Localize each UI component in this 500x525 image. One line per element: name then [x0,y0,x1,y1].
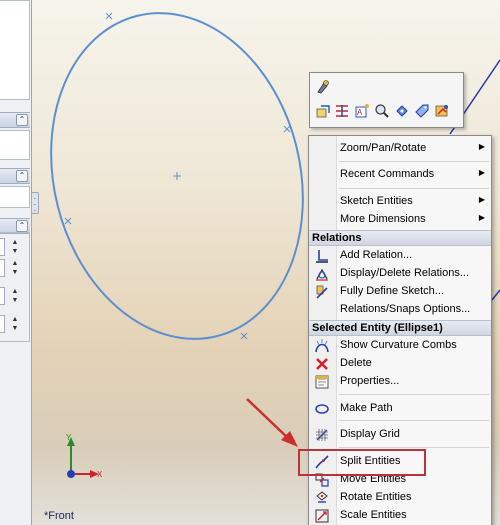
panel-group-header-2: ⌃ [0,168,30,184]
rotate-icon [316,491,328,503]
menu-item-display-grid[interactable]: Display Grid [309,426,491,444]
menu-separator [339,420,489,421]
add-relation-icon [316,250,328,263]
menu-item-more-dimensions[interactable]: More Dimensions ▶ [309,211,491,229]
menu-separator [339,394,489,395]
fully-define-icon [316,285,328,299]
menu-item-add-relation[interactable]: Add Relation... [309,247,491,265]
make-path-icon [315,404,329,414]
view-orientation-label: *Front [44,510,74,522]
property-manager-panel: ⌃ ⌃ ⌃ ▲ ▼ ▲ ▼ ▲ ▼ ▲ ▼ [0,0,32,525]
svg-text:X: X [97,470,103,479]
menu-item-recent-commands[interactable]: Recent Commands ▶ [309,166,491,184]
menu-separator [339,188,489,189]
selected-entity-section-header: Selected Entity (Ellipse1) [309,320,491,336]
panel-box-top [0,0,30,100]
context-toolbar: A [309,72,464,128]
collapse-icon[interactable]: ⌃ [16,114,28,126]
panel-box-mid-2 [0,186,30,208]
sketch-icon[interactable] [315,103,331,119]
menu-item-show-curvature-combs[interactable]: Show Curvature Combs [309,337,491,355]
normal-to-icon[interactable] [394,103,410,119]
svg-text:Y: Y [66,433,72,442]
zoom-icon[interactable] [374,103,390,119]
display-relations-icon [316,268,328,281]
menu-item-rotate-entities[interactable]: Rotate Entities [309,489,491,507]
curvature-icon [315,339,329,353]
collapse-icon[interactable]: ⌃ [16,220,28,232]
tag-icon[interactable] [414,103,430,119]
grid-icon [316,429,328,441]
menu-item-delete[interactable]: Delete [309,355,491,373]
collapse-icon[interactable]: ⌃ [16,170,28,182]
ellipse-center-point[interactable] [173,172,181,180]
scale-icon [315,509,329,523]
axis-triad: Y X [66,433,103,479]
display-style-icon[interactable] [434,103,450,119]
menu-item-scale-entities[interactable]: Scale Entities [309,507,491,525]
panel-box-mid [0,130,30,160]
red-arrow-annotation [246,398,298,447]
svg-text:A: A [357,108,363,117]
delete-icon [316,358,328,370]
menu-item-relations-snaps-options[interactable]: Relations/Snaps Options... [309,301,491,319]
menu-item-zoom-pan-rotate[interactable]: Zoom/Pan/Rotate ▶ [309,140,491,158]
mirror-icon[interactable] [334,103,350,119]
smart-dimension-icon[interactable]: A [354,103,370,119]
rebuild-icon[interactable] [315,79,331,95]
menu-item-sketch-entities[interactable]: Sketch Entities ▶ [309,193,491,211]
properties-icon [315,375,329,389]
split-entities-highlight-box [298,449,426,476]
menu-item-properties[interactable]: Properties... [309,373,491,391]
panel-box-fields [0,232,30,342]
sketch-line-lower[interactable] [491,289,500,301]
submenu-arrow-icon: ▶ [478,213,485,222]
submenu-arrow-icon: ▶ [478,142,485,151]
relations-section-header: Relations [309,230,491,246]
sketch-ellipse[interactable] [18,0,337,366]
menu-separator [339,447,489,448]
menu-item-fully-define-sketch[interactable]: Fully Define Sketch... [309,283,491,301]
panel-group-header-1: ⌃ [0,112,30,128]
panel-splitter-handle[interactable]: · · · [31,192,39,215]
menu-item-make-path[interactable]: Make Path [309,400,491,418]
menu-item-display-delete-relations[interactable]: Display/Delete Relations... [309,265,491,283]
submenu-arrow-icon: ▶ [478,168,485,177]
submenu-arrow-icon: ▶ [478,195,485,204]
menu-separator [339,161,489,162]
